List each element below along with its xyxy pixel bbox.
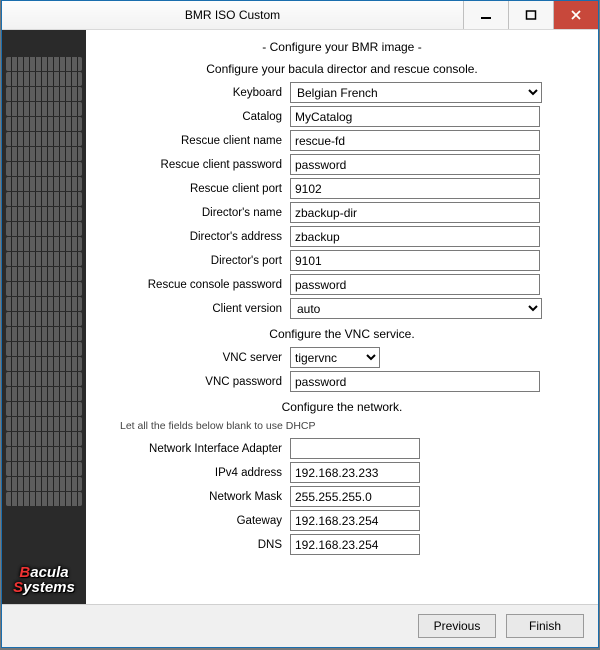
client-version-label: Client version [102, 303, 290, 315]
ipv4-input[interactable] [290, 462, 420, 483]
maximize-icon [525, 9, 537, 21]
form-area: - Configure your BMR image - Configure y… [86, 30, 598, 604]
ipv4-label: IPv4 address [102, 467, 290, 479]
section-director-heading: Configure your bacula director and rescu… [102, 62, 582, 76]
previous-button[interactable]: Previous [418, 614, 496, 638]
gateway-input[interactable] [290, 510, 420, 531]
page-title: - Configure your BMR image - [102, 40, 582, 54]
footer: Previous Finish [2, 604, 598, 647]
rescue-client-port-label: Rescue client port [102, 183, 290, 195]
section-vnc-heading: Configure the VNC service. [102, 327, 582, 341]
gateway-label: Gateway [102, 515, 290, 527]
network-hint: Let all the fields below blank to use DH… [102, 420, 582, 432]
vnc-password-label: VNC password [102, 376, 290, 388]
dns-input[interactable] [290, 534, 420, 555]
netmask-input[interactable] [290, 486, 420, 507]
rescue-client-name-input[interactable] [290, 130, 540, 151]
director-address-label: Director's address [102, 231, 290, 243]
close-icon [570, 9, 582, 21]
director-name-input[interactable] [290, 202, 540, 223]
app-window: BMR ISO Custom [1, 0, 599, 648]
director-port-label: Director's port [102, 255, 290, 267]
dns-label: DNS [102, 539, 290, 551]
rescue-client-password-input[interactable] [290, 154, 540, 175]
rescue-client-port-input[interactable] [290, 178, 540, 199]
rescue-console-password-label: Rescue console password [102, 279, 290, 291]
vnc-server-select[interactable]: tigervnc [290, 347, 380, 368]
rescue-client-name-label: Rescue client name [102, 135, 290, 147]
rescue-console-password-input[interactable] [290, 274, 540, 295]
keyboard-label: Keyboard [102, 87, 290, 99]
close-button[interactable] [553, 1, 598, 29]
window-controls [463, 1, 598, 29]
window-title: BMR ISO Custom [2, 1, 463, 29]
vnc-server-label: VNC server [102, 352, 290, 364]
catalog-label: Catalog [102, 111, 290, 123]
content-area: Bacula Systems - Configure your BMR imag… [2, 30, 598, 604]
nic-input[interactable] [290, 438, 420, 459]
maximize-button[interactable] [508, 1, 553, 29]
minimize-button[interactable] [463, 1, 508, 29]
vnc-password-input[interactable] [290, 371, 540, 392]
catalog-input[interactable] [290, 106, 540, 127]
finish-button[interactable]: Finish [506, 614, 584, 638]
bacula-systems-logo: Bacula Systems [2, 565, 86, 597]
director-address-input[interactable] [290, 226, 540, 247]
section-network-heading: Configure the network. [102, 400, 582, 414]
keyboard-select[interactable]: Belgian French [290, 82, 542, 103]
netmask-label: Network Mask [102, 491, 290, 503]
titlebar: BMR ISO Custom [2, 1, 598, 30]
sidebar-image: Bacula Systems [2, 30, 86, 604]
minimize-icon [480, 9, 492, 21]
director-name-label: Director's name [102, 207, 290, 219]
rescue-client-password-label: Rescue client password [102, 159, 290, 171]
nic-label: Network Interface Adapter [102, 443, 290, 455]
client-version-select[interactable]: auto [290, 298, 542, 319]
director-port-input[interactable] [290, 250, 540, 271]
